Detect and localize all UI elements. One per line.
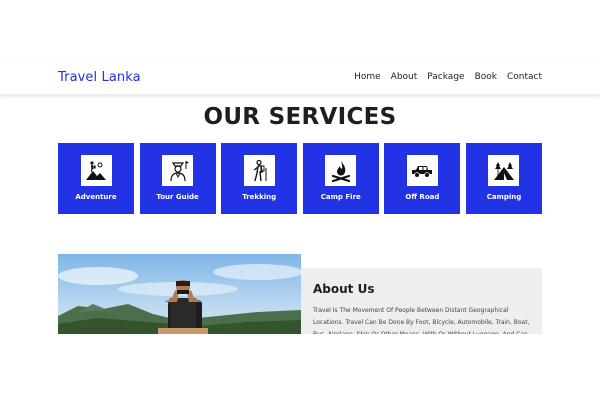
campfire-icon xyxy=(325,155,357,186)
nav-link-book[interactable]: Book xyxy=(475,72,497,82)
service-label: Off Road xyxy=(405,193,440,201)
service-card-adventure[interactable]: Adventure xyxy=(58,143,134,214)
brand-logo[interactable]: Travel Lanka xyxy=(58,70,141,85)
service-label: Camping xyxy=(486,193,522,201)
service-card-off-road[interactable]: Off Road xyxy=(384,143,461,214)
trekking-icon xyxy=(243,155,275,186)
jeep-icon xyxy=(406,155,438,186)
service-label: Tour Guide xyxy=(156,193,199,201)
tour-guide-icon xyxy=(162,155,194,186)
service-label: Camp Fire xyxy=(320,193,361,201)
services-grid: Adventure Tour Guide Trekking Camp Fire … xyxy=(58,143,542,214)
service-label: Trekking xyxy=(242,193,277,201)
nav-menu: Home About Package Book Contact xyxy=(354,72,542,82)
service-card-trekking[interactable]: Trekking xyxy=(221,143,298,214)
service-card-tour-guide[interactable]: Tour Guide xyxy=(139,143,216,214)
about-hiker-photo xyxy=(58,254,301,334)
tent-icon xyxy=(488,155,520,186)
about-heading: About Us xyxy=(313,282,375,296)
navbar: Travel Lanka Home About Package Book Con… xyxy=(0,60,600,94)
nav-link-about[interactable]: About xyxy=(391,72,418,82)
mountain-hiker-icon xyxy=(80,155,112,186)
nav-link-home[interactable]: Home xyxy=(354,72,381,82)
services-heading: OUR SERVICES xyxy=(203,104,397,130)
nav-link-package[interactable]: Package xyxy=(427,72,464,82)
page: Travel Lanka Home About Package Book Con… xyxy=(0,0,600,400)
nav-link-contact[interactable]: Contact xyxy=(507,72,542,82)
service-card-camping[interactable]: Camping xyxy=(465,143,542,214)
service-card-camp-fire[interactable]: Camp Fire xyxy=(302,143,379,214)
service-label: Adventure xyxy=(75,193,117,201)
about-description: Travel Is The Movement Of People Between… xyxy=(313,307,530,334)
about-panel: About Us Travel Is The Movement Of Peopl… xyxy=(301,268,542,334)
